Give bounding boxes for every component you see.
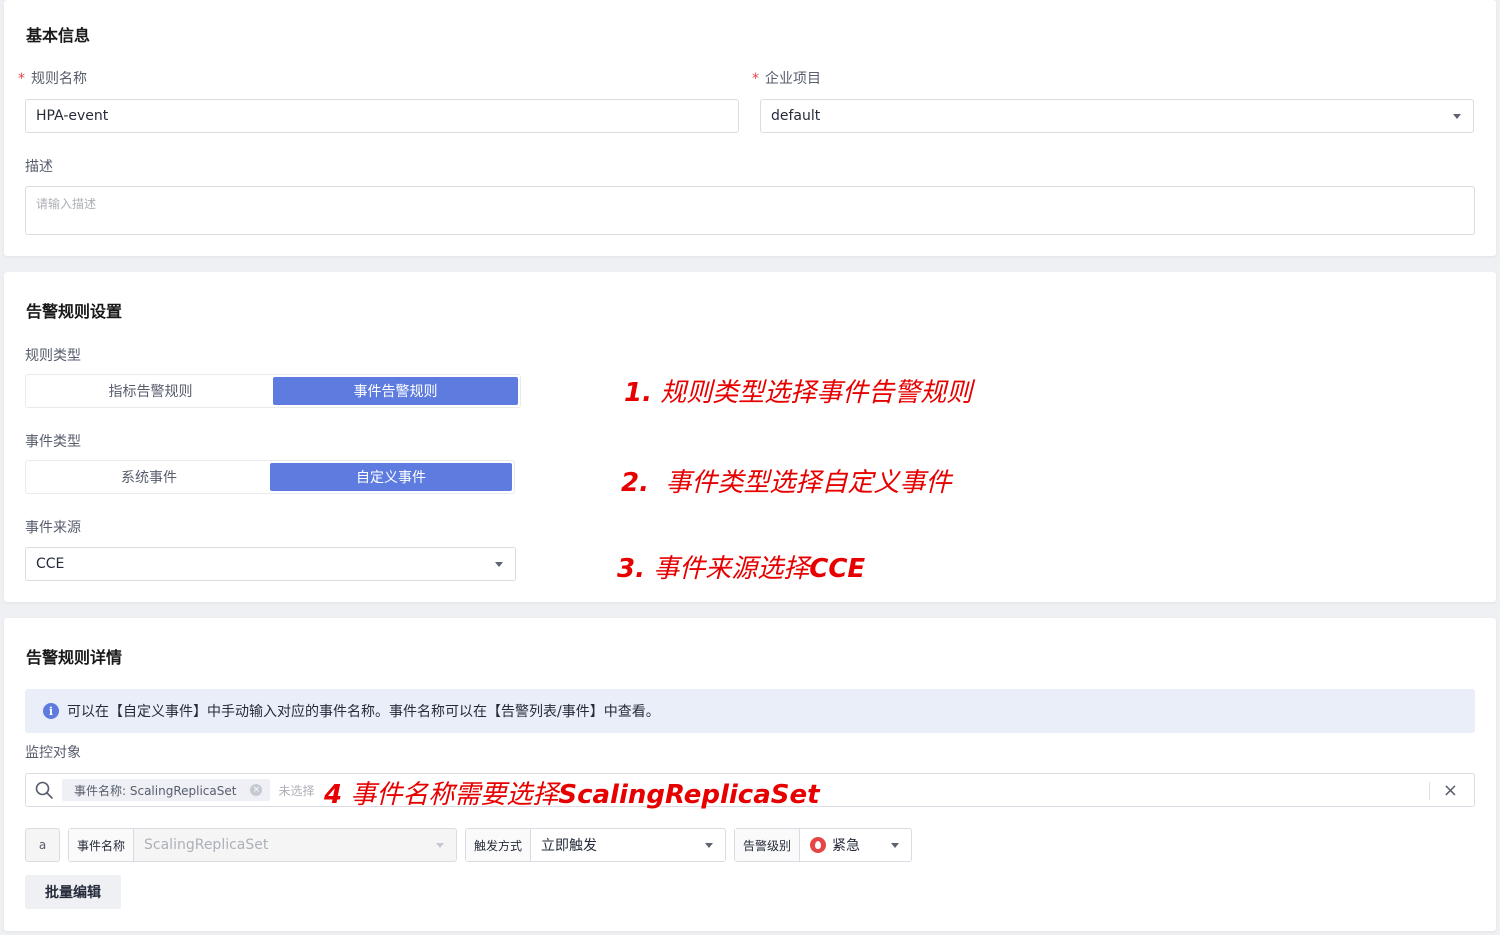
annotation-step-4: 4 事件名称需要选择ScalingReplicaSet: [324, 780, 820, 810]
basic-info-card: 基本信息 * 规则名称 HPA-event * 企业项目 default 描述 请输…: [4, 0, 1496, 256]
event-type-option-system[interactable]: 系统事件: [28, 463, 270, 491]
monitor-label: 监控对象: [25, 745, 81, 761]
event-name-value: ScalingReplicaSet: [144, 837, 269, 853]
basic-info-title: 基本信息: [26, 26, 91, 45]
desc-label: 描述: [25, 159, 53, 175]
info-text: 可以在【自定义事件】中手动输入对应的事件名称。事件名称可以在【告警列表/事件】中…: [67, 704, 660, 720]
alarm-details-title: 告警规则详情: [26, 648, 123, 667]
rule-name-value: HPA-event: [36, 108, 109, 124]
project-select[interactable]: default: [760, 99, 1474, 133]
required-mark: *: [18, 71, 25, 87]
event-source-value: CCE: [36, 556, 65, 572]
rule-name-label: * 规则名称: [18, 71, 87, 87]
event-source-select[interactable]: CCE: [25, 547, 516, 581]
level-label: 告警级别: [735, 829, 801, 861]
alarm-settings-title: 告警规则设置: [26, 302, 123, 321]
event-type-label: 事件类型: [25, 434, 81, 450]
event-type-option-custom[interactable]: 自定义事件: [270, 463, 512, 491]
urgent-icon: [810, 837, 827, 853]
clear-icon[interactable]: ×: [1443, 780, 1458, 801]
annotation-step-1: 1. 规则类型选择事件告警规则: [624, 378, 973, 408]
desc-placeholder: 请输入描述: [36, 197, 97, 211]
event-type-toggle: 系统事件 自定义事件: [25, 460, 515, 494]
batch-edit-button[interactable]: 批量编辑: [25, 875, 121, 909]
trigger-select[interactable]: 触发方式 立即触发: [465, 828, 726, 862]
rule-type-label: 规则类型: [25, 348, 81, 364]
event-name-label: 事件名称: [69, 829, 135, 861]
project-label: * 企业项目: [752, 71, 821, 87]
rule-type-option-metric[interactable]: 指标告警规则: [28, 377, 273, 405]
annotation-step-3: 3. 事件来源选择CCE: [617, 554, 866, 584]
chevron-down-icon: [436, 843, 444, 848]
alarm-details-card: 告警规则详情 i 可以在【自定义事件】中手动输入对应的事件名称。事件名称可以在【…: [4, 618, 1496, 931]
level-value: 紧急: [810, 835, 860, 855]
desc-textarea[interactable]: 请输入描述: [25, 186, 1475, 235]
rule-type-option-event[interactable]: 事件告警规则: [273, 377, 518, 405]
divider: [1429, 782, 1430, 800]
chevron-down-icon: [495, 562, 503, 567]
trigger-value: 立即触发: [541, 838, 598, 854]
rule-name-input[interactable]: HPA-event: [25, 99, 739, 133]
search-icon: [35, 781, 53, 799]
chevron-down-icon: [891, 843, 899, 848]
tag-label: 事件名称: ScalingReplicaSet: [74, 783, 237, 798]
event-name-select[interactable]: 事件名称 ScalingReplicaSet: [68, 828, 457, 862]
annotation-step-2: 2. 事件类型选择自定义事件: [621, 468, 952, 498]
event-source-label: 事件来源: [25, 520, 81, 536]
trigger-label: 触发方式: [466, 829, 532, 861]
search-placeholder: 未选择: [278, 783, 315, 798]
selected-event-tag: 事件名称: ScalingReplicaSet ×: [62, 779, 271, 801]
info-icon: i: [43, 703, 59, 719]
chevron-down-icon: [1453, 114, 1461, 119]
project-value: default: [771, 108, 821, 124]
chevron-down-icon: [705, 843, 713, 848]
required-mark: *: [752, 71, 759, 87]
level-select[interactable]: 告警级别 紧急: [734, 828, 912, 862]
alarm-settings-card: 告警规则设置 规则类型 指标告警规则 事件告警规则 事件类型 系统事件 自定义事…: [4, 272, 1496, 602]
info-banner: i 可以在【自定义事件】中手动输入对应的事件名称。事件名称可以在【告警列表/事件…: [25, 689, 1475, 733]
rule-type-toggle: 指标告警规则 事件告警规则: [25, 374, 521, 408]
tag-close-icon[interactable]: ×: [250, 784, 263, 796]
row-prefix: a: [25, 828, 60, 862]
